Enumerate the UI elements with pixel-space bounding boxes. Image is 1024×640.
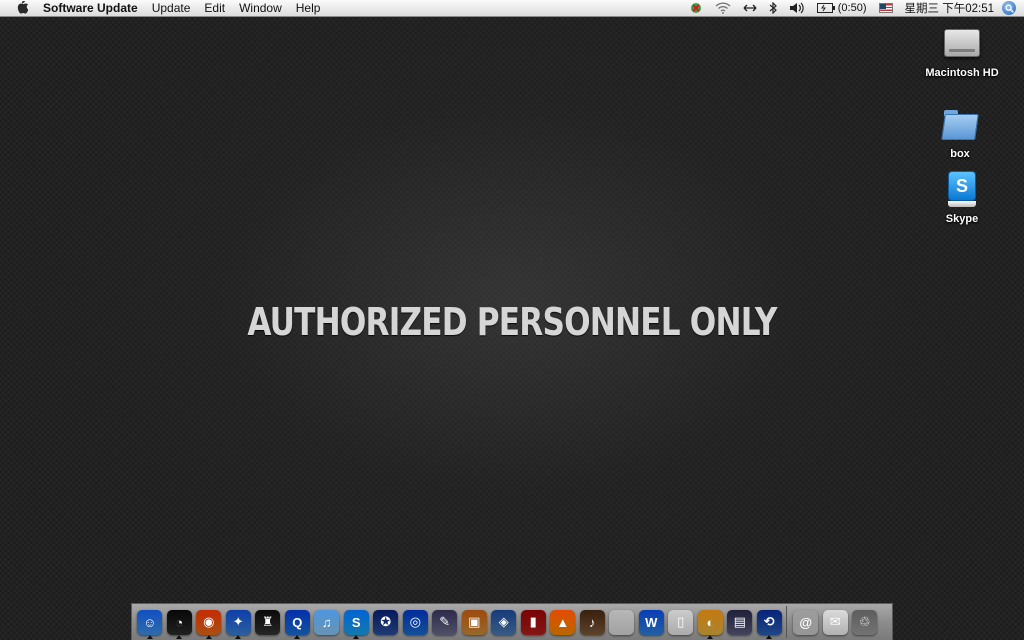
dock-item-vlc[interactable]: ▲	[548, 605, 578, 639]
firefox-icon: ◉	[196, 609, 222, 635]
dock-item-itunes[interactable]: ♫	[312, 605, 342, 639]
running-indicator	[294, 635, 301, 639]
dock-item-skype[interactable]: S	[342, 605, 372, 639]
dock-item-finder[interactable]: ☺	[135, 605, 165, 639]
dock-item-dashboard[interactable]: ◔	[165, 605, 195, 639]
volume-icon[interactable]	[783, 2, 811, 14]
desktop-icon-label: Skype	[945, 213, 979, 225]
preview-icon: ◈	[491, 609, 517, 635]
dock-item-system-preferences[interactable]	[607, 605, 637, 639]
bluetooth-icon[interactable]	[763, 2, 783, 14]
time-machine-icon: ⟲	[756, 609, 782, 635]
safari-icon: ✦	[225, 609, 251, 635]
mail-stack-icon: ✉	[822, 609, 848, 635]
imovie-icon: ✪	[373, 609, 399, 635]
battery-status[interactable]: (0:50)	[811, 2, 873, 14]
dock-item-downloads-stack[interactable]: @	[791, 605, 821, 639]
downloads-stack-icon: @	[793, 609, 819, 635]
script-editor-icon: ✎	[432, 609, 458, 635]
desktop-icon-box[interactable]: box	[917, 108, 1003, 160]
desktop-icon-macintosh-hd[interactable]: Macintosh HD	[919, 23, 1005, 79]
running-indicator	[353, 635, 360, 639]
dashboard-icon: ◔	[166, 609, 192, 635]
dvd-player-icon: ◎	[402, 609, 428, 635]
running-indicator	[205, 635, 212, 639]
dock-item-dvd-player[interactable]: ◎	[401, 605, 431, 639]
dock: ☺ ◔ ◉ ✦ ♜ Q ♫ S ✪ ◎ ✎ ▣ ◈ ▮ ▲ ♪ W ▯ ◐ ▤ ⟲ @ ✉ ♲	[131, 603, 893, 640]
dock-item-ipod[interactable]: ▯	[666, 605, 696, 639]
skype-icon: S	[343, 609, 369, 635]
photo-booth-icon: ▮	[520, 609, 546, 635]
dock-item-wunderlist[interactable]: W	[637, 605, 667, 639]
wunderlist-icon: W	[638, 609, 664, 635]
quicktime-icon: Q	[284, 609, 310, 635]
iphoto-icon: ▣	[461, 609, 487, 635]
dock-item-game[interactable]: ♜	[253, 605, 283, 639]
trash-icon: ♲	[852, 609, 878, 635]
apple-menu-icon[interactable]	[15, 1, 29, 15]
dock-item-photos[interactable]: ▤	[725, 605, 755, 639]
desktop-icon-label: Macintosh HD	[925, 67, 999, 79]
dock-item-time-machine[interactable]: ⟲	[755, 605, 785, 639]
dock-item-trash[interactable]: ♲	[850, 605, 880, 639]
running-indicator	[235, 635, 242, 639]
dock-item-quicktime[interactable]: Q	[283, 605, 313, 639]
spotlight-icon[interactable]	[1002, 1, 1016, 15]
dock-item-garageband[interactable]: ♪	[578, 605, 608, 639]
wallpaper-text: AUTHORIZED PERSONNEL ONLY	[247, 300, 777, 344]
finder-icon: ☺	[137, 609, 163, 635]
system-preferences-icon	[609, 609, 635, 635]
dock-item-disk-utility[interactable]: ◐	[696, 605, 726, 639]
hard-drive-icon	[944, 29, 980, 57]
vlc-icon: ▲	[550, 609, 576, 635]
menu-window[interactable]: Window	[232, 0, 289, 17]
input-source-flag[interactable]	[873, 3, 899, 13]
skype-package-icon: S	[946, 171, 978, 207]
network-sync-icon[interactable]	[737, 3, 763, 13]
status-menus: (0:50) 星期三 下午02:51	[683, 0, 1024, 17]
running-indicator	[766, 635, 773, 639]
ipod-icon: ▯	[668, 609, 694, 635]
dock-item-script-editor[interactable]: ✎	[430, 605, 460, 639]
desktop-icon-skype[interactable]: S Skype	[919, 171, 1005, 225]
menu-clock[interactable]: 星期三 下午02:51	[899, 0, 1002, 16]
running-indicator	[176, 635, 183, 639]
menu-help[interactable]: Help	[289, 0, 328, 17]
garageband-icon: ♪	[579, 609, 605, 635]
photos-icon: ▤	[727, 609, 753, 635]
dock-item-preview[interactable]: ◈	[489, 605, 519, 639]
desktop[interactable]: AUTHORIZED PERSONNEL ONLY Macintosh HD b…	[0, 17, 1024, 640]
us-flag-icon	[878, 3, 893, 13]
running-indicator	[146, 635, 153, 639]
dock-item-photo-booth[interactable]: ▮	[519, 605, 549, 639]
menu-edit[interactable]: Edit	[197, 0, 232, 17]
menu-app-name[interactable]: Software Update	[43, 0, 145, 17]
dock-item-mail-stack[interactable]: ✉	[821, 605, 851, 639]
status-app-icon[interactable]	[683, 1, 709, 15]
folder-icon	[941, 108, 979, 140]
menu-bar: Software Update Update Edit Window Help …	[0, 0, 1024, 17]
dock-item-imovie[interactable]: ✪	[371, 605, 401, 639]
itunes-icon: ♫	[314, 609, 340, 635]
game-icon: ♜	[255, 609, 281, 635]
desktop-icon-label: box	[950, 148, 970, 160]
dock-item-firefox[interactable]: ◉	[194, 605, 224, 639]
dock-separator	[786, 606, 787, 638]
wifi-icon[interactable]	[709, 2, 737, 14]
dock-item-safari[interactable]: ✦	[224, 605, 254, 639]
dock-item-iphoto[interactable]: ▣	[460, 605, 490, 639]
disk-utility-icon: ◐	[697, 609, 723, 635]
menu-update[interactable]: Update	[145, 0, 198, 17]
running-indicator	[707, 635, 714, 639]
battery-icon	[816, 3, 835, 13]
battery-time: (0:50)	[837, 2, 867, 14]
